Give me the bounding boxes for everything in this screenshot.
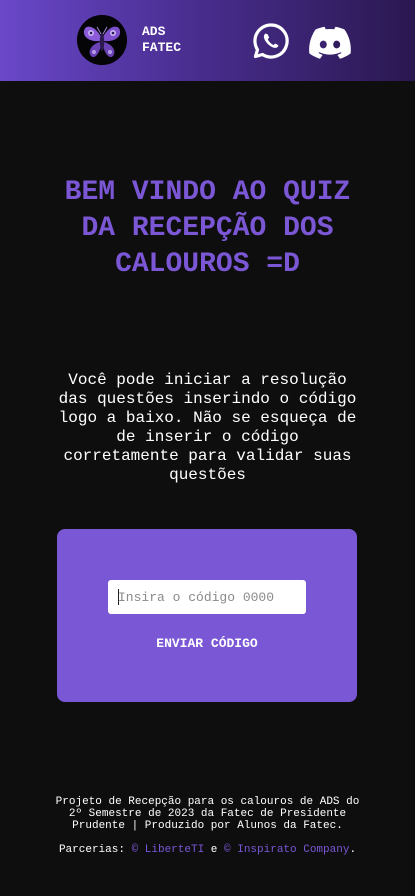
brand-line-fatec: FATEC [142, 40, 182, 55]
partners-prefix: Parcerias: [58, 844, 125, 856]
code-form-card: ENVIAR CÓDIGO [57, 529, 357, 702]
intro-text: Você pode iniciar a resolução das questõ… [58, 371, 357, 484]
discord-icon[interactable] [308, 22, 352, 60]
brand-line-ads: ADS [142, 24, 166, 39]
whatsapp-icon[interactable] [252, 22, 290, 60]
page: ADS FATEC BEM VINDO AO QUIZ DA RECEPÇÃO … [0, 0, 415, 896]
partner-link-inspirato[interactable]: © Inspirato Company [224, 844, 349, 856]
moth-logo-icon[interactable] [77, 15, 127, 65]
partners-separator: e [210, 844, 218, 856]
footer-partners: Parcerias: © LiberteTI e © Inspirato Com… [55, 844, 360, 856]
send-code-button[interactable]: ENVIAR CÓDIGO [117, 632, 297, 654]
brand-name: ADS FATEC [142, 24, 181, 56]
partners-suffix: . [349, 844, 357, 856]
top-header: ADS FATEC [0, 0, 415, 81]
code-input[interactable] [108, 580, 306, 614]
footer: Projeto de Recepção para os calouros de … [55, 796, 360, 856]
partner-link-liberteti[interactable]: © LiberteTI [132, 844, 205, 856]
text-caret [118, 589, 119, 605]
footer-credits: Projeto de Recepção para os calouros de … [55, 796, 360, 832]
page-title: BEM VINDO AO QUIZ DA RECEPÇÃO DOS CALOUR… [64, 177, 351, 280]
